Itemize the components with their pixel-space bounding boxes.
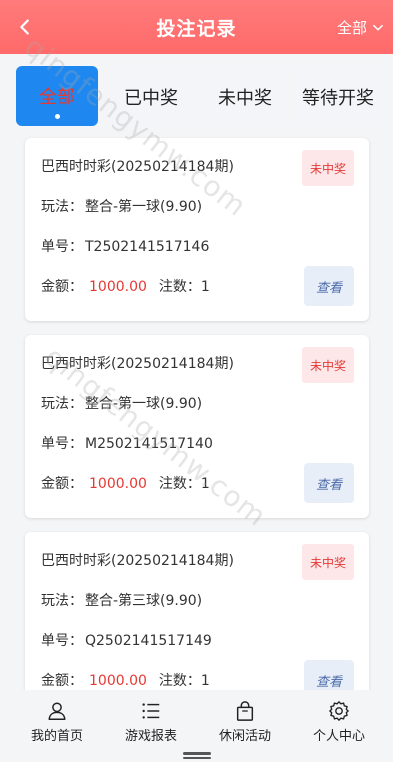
- amount-label: 金额：: [41, 673, 83, 689]
- play-row: 玩法： 整合-第三球(9.90): [41, 590, 353, 610]
- tab-lost[interactable]: 未中奖: [204, 66, 286, 128]
- filter-label: 全部: [336, 19, 367, 37]
- count-value: 1: [200, 673, 210, 689]
- tab-label: 未中奖: [218, 88, 272, 109]
- bet-record-card: 巴西时时彩(20250214184期) 未中奖 玩法： 整合-第一球(9.90) …: [25, 138, 369, 321]
- bag-icon: [236, 701, 254, 721]
- nav-profile[interactable]: 个人中心: [290, 700, 388, 744]
- amount-value: 1000.00: [89, 673, 147, 689]
- tab-label: 等待开奖: [302, 88, 374, 109]
- order-number: M2502141517140: [85, 436, 213, 452]
- order-number: Q2502141517149: [85, 633, 212, 649]
- order-row: 单号： Q2502141517149: [41, 630, 353, 650]
- order-label: 单号：: [41, 239, 83, 255]
- count-label: 注数：: [158, 476, 201, 492]
- tab-all[interactable]: 全部: [16, 66, 98, 126]
- amount-label: 金额：: [41, 279, 83, 295]
- view-button[interactable]: 查看: [304, 463, 354, 503]
- order-row: 单号： M2502141517140: [41, 433, 353, 453]
- home-indicator: [183, 757, 211, 759]
- tab-label: 已中奖: [124, 88, 178, 109]
- play-value: 整合-第一球(9.90): [85, 199, 203, 215]
- filter-dropdown[interactable]: 全部: [337, 17, 385, 38]
- status-badge: 未中奖: [302, 150, 354, 186]
- order-number: T2502141517146: [85, 239, 210, 255]
- page-title: 投注记录: [156, 17, 237, 40]
- order-label: 单号：: [41, 436, 83, 452]
- status-badge: 未中奖: [302, 544, 354, 580]
- status-tabs: 全部 已中奖 未中奖 等待开奖: [0, 54, 393, 132]
- list-icon: [142, 703, 160, 719]
- count-label: 注数：: [158, 279, 201, 295]
- status-badge: 未中奖: [302, 347, 354, 383]
- nav-activities[interactable]: 休闲活动: [196, 700, 294, 744]
- nav-label: 游戏报表: [124, 729, 177, 744]
- play-label: 玩法：: [41, 396, 83, 412]
- play-label: 玩法：: [41, 199, 83, 215]
- back-icon[interactable]: [14, 16, 36, 38]
- play-row: 玩法： 整合-第一球(9.90): [41, 196, 353, 216]
- gear-icon: [329, 701, 349, 721]
- count-value: 1: [200, 279, 210, 295]
- count-value: 1: [200, 476, 210, 492]
- bet-record-card: 巴西时时彩(20250214184期) 未中奖 玩法： 整合-第一球(9.90) …: [25, 335, 369, 518]
- nav-label: 我的首页: [30, 729, 83, 744]
- view-button[interactable]: 查看: [304, 266, 354, 306]
- count-label: 注数：: [158, 673, 201, 689]
- bet-record-list[interactable]: 巴西时时彩(20250214184期) 未中奖 玩法： 整合-第一球(9.90) …: [0, 132, 393, 690]
- tab-label: 全部: [39, 87, 75, 108]
- chevron-down-icon: [373, 24, 383, 31]
- user-icon: [48, 702, 66, 720]
- view-button[interactable]: 查看: [304, 660, 354, 690]
- nav-reports[interactable]: 游戏报表: [102, 700, 200, 744]
- tab-won[interactable]: 已中奖: [110, 66, 192, 128]
- order-row: 单号： T2502141517146: [41, 236, 353, 256]
- tab-pending[interactable]: 等待开奖: [297, 66, 379, 128]
- amount-label: 金额：: [41, 476, 83, 492]
- play-value: 整合-第一球(9.90): [85, 396, 203, 412]
- nav-label: 个人中心: [312, 729, 365, 744]
- play-row: 玩法： 整合-第一球(9.90): [41, 393, 353, 413]
- nav-label: 休闲活动: [218, 729, 271, 744]
- order-label: 单号：: [41, 633, 83, 649]
- nav-home[interactable]: 我的首页: [8, 700, 106, 744]
- amount-value: 1000.00: [89, 279, 147, 295]
- home-indicator: [183, 752, 211, 755]
- bet-record-card: 巴西时时彩(20250214184期) 未中奖 玩法： 整合-第三球(9.90) …: [25, 532, 369, 690]
- top-bar: 投注记录 全部: [0, 0, 393, 54]
- play-value: 整合-第三球(9.90): [85, 593, 203, 609]
- amount-value: 1000.00: [89, 476, 147, 492]
- active-indicator: [55, 114, 60, 119]
- play-label: 玩法：: [41, 593, 83, 609]
